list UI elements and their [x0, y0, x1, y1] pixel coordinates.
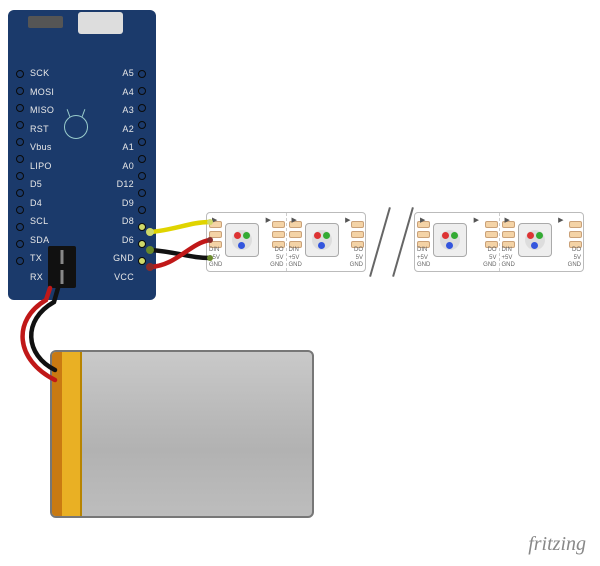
pin-hole-a3: [138, 104, 146, 112]
pin-label-a0: A0: [122, 162, 134, 171]
pin-hole-sck: [16, 70, 24, 78]
pin-label-vbus: Vbus: [30, 143, 52, 152]
pin-hole-a4: [138, 87, 146, 95]
wire-data: [150, 222, 210, 232]
pin-hole-d9: [138, 189, 146, 197]
pin-hole-lipo: [16, 155, 24, 163]
pin-label-rst: RST: [30, 125, 49, 134]
pin-header-left: [16, 70, 26, 274]
pad-labels-in: DIN+5VGND: [209, 247, 222, 269]
pin-label-a2: A2: [122, 125, 134, 134]
strip-segment-2: ▶▶ DIN+5VGND DO5VGND ▶▶ DIN+5VGND DO5VGN…: [414, 212, 584, 272]
wire-ground: [150, 250, 210, 258]
pin-header-right: [138, 70, 148, 274]
pin-label-sck: SCK: [30, 69, 49, 78]
pin-hole-a1: [138, 138, 146, 146]
pin-hole-d6: [138, 223, 146, 231]
pin-label-mosi: MOSI: [30, 88, 54, 97]
pin-hole-mosi: [16, 87, 24, 95]
pin-label-d5: D5: [30, 180, 42, 189]
led-pixel: ▶▶ DIN+5VGND DO5VGND: [286, 213, 366, 271]
pin-hole-gnd: [138, 240, 146, 248]
pin-label-a5: A5: [122, 69, 134, 78]
pin-hole-vbus: [16, 138, 24, 146]
credit-label: fritzing: [528, 533, 586, 556]
pin-label-miso: MISO: [30, 106, 54, 115]
pin-label-vcc: VCC: [114, 273, 134, 282]
pin-label-lipo: LIPO: [30, 162, 52, 171]
pin-label-scl: SCL: [30, 217, 48, 226]
pin-hole-d4: [16, 189, 24, 197]
pin-label-d9: D9: [122, 199, 134, 208]
led-strip: ▶▶ DIN+5VGND DO5VGND ▶▶ DIN+5VGND DO5VGN…: [206, 212, 586, 272]
wire-power: [150, 240, 210, 267]
pin-label-rx: RX: [30, 273, 43, 282]
pin-label-d6: D6: [122, 236, 134, 245]
pin-hole-d8: [138, 206, 146, 214]
battery-terminal: [52, 352, 62, 516]
led-pixel: ▶▶ DIN+5VGND DO5VGND: [415, 213, 499, 271]
pin-hole-a5: [138, 70, 146, 78]
pin-hole-rst: [16, 121, 24, 129]
led-pixel: ▶▶ DIN+5VGND DO5VGND: [207, 213, 286, 271]
jst-battery-connector: [48, 246, 76, 288]
pin-label-gnd: GND: [113, 254, 134, 263]
usb-port: [78, 12, 123, 34]
pin-label-sda: SDA: [30, 236, 49, 245]
pin-label-a1: A1: [122, 143, 134, 152]
pin-hole-sda: [16, 223, 24, 231]
strip-segment-1: ▶▶ DIN+5VGND DO5VGND ▶▶ DIN+5VGND DO5VGN…: [206, 212, 366, 272]
pin-hole-d12: [138, 172, 146, 180]
pin-label-d12: D12: [117, 180, 134, 189]
pad-labels-out: DO5VGND: [270, 247, 283, 269]
pin-hole-miso: [16, 104, 24, 112]
pin-hole-a0: [138, 155, 146, 163]
lipo-battery: [50, 350, 314, 518]
pin-hole-rx: [16, 257, 24, 265]
pin-label-d4: D4: [30, 199, 42, 208]
pin-hole-vcc: [138, 257, 146, 265]
pin-hole-d5: [16, 172, 24, 180]
power-switch: [28, 16, 63, 28]
pin-label-d8: D8: [122, 217, 134, 226]
rgb-led-icon: ▶▶: [518, 223, 552, 257]
pin-hole-tx: [16, 240, 24, 248]
led-pixel: ▶▶ DIN+5VGND DO5VGND: [499, 213, 584, 271]
pin-label-tx: TX: [30, 254, 42, 263]
board-mascot-icon: [58, 115, 94, 160]
rgb-led-icon: ▶▶: [225, 223, 259, 257]
pin-label-a3: A3: [122, 106, 134, 115]
microcontroller-board: SCK MOSI MISO RST Vbus LIPO D5 D4 SCL SDA TX RX A5 A4…: [8, 10, 156, 300]
pin-hole-a2: [138, 121, 146, 129]
strip-break-icon: [369, 206, 414, 278]
rgb-led-icon: ▶▶: [305, 223, 339, 257]
pin-hole-scl: [16, 206, 24, 214]
rgb-led-icon: ▶▶: [433, 223, 467, 257]
pin-label-a4: A4: [122, 88, 134, 97]
